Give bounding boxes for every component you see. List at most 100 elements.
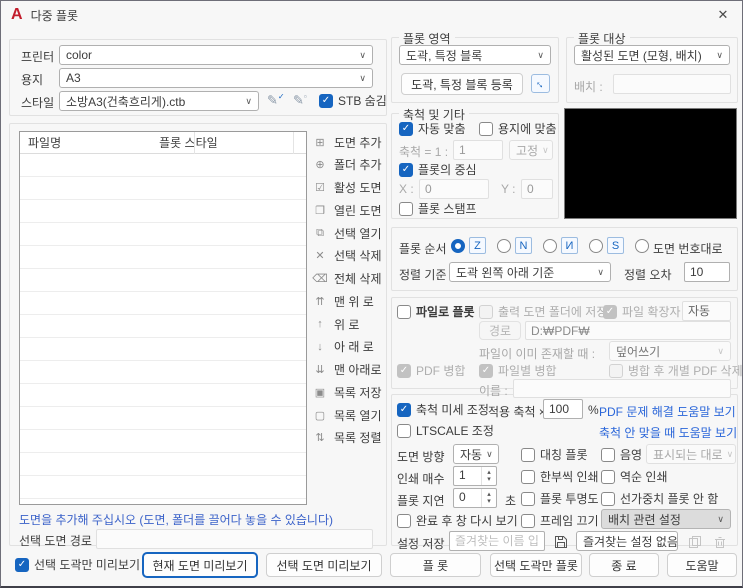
add-drawing-button[interactable]: ⊞ 도면 추가 (312, 132, 386, 152)
move-bottom-icon: ⇊ (315, 364, 325, 377)
preview-current-button[interactable]: 현재 도면 미리보기 (143, 553, 257, 577)
y-field: 0 (521, 179, 553, 199)
copies-stepper[interactable]: 1 (453, 466, 497, 486)
move-top-button[interactable]: ⇈ 맨 위 로 (312, 291, 386, 311)
apply-scale-field[interactable]: 100 (543, 399, 583, 419)
auto-fit-checkbox[interactable] (399, 121, 413, 136)
plot-stamp-checkbox[interactable] (399, 201, 413, 216)
save-list-button[interactable]: ▣ 목록 저장 (312, 382, 386, 402)
sort-base-combo[interactable]: 도곽 왼쪽 아래 기준 (449, 262, 611, 282)
paper-combo[interactable]: A3 (59, 68, 373, 88)
delete-all-button[interactable]: ⌫ 전체 삭제 (312, 269, 386, 289)
save-favorite-icon[interactable] (552, 533, 570, 551)
sort-list-button[interactable]: ⇅ 목록 정렬 (312, 428, 386, 448)
file-extension-field: 자동 (682, 301, 731, 321)
stepper-arrows-icon[interactable] (481, 467, 496, 485)
order-n-radio[interactable] (497, 239, 511, 253)
favorites-combo[interactable]: 즐겨찾는 설정 없음 (576, 531, 678, 551)
delay-stepper[interactable]: 0 (453, 488, 497, 508)
open-drawings-button[interactable]: ❐ 열린 도면 (312, 200, 386, 220)
multi-plot-dialog: A 다중 플롯 ✕ 플롯 영역 플롯 대상 축척 및 기타 프린터 color … (0, 0, 743, 588)
x-label: X : (399, 182, 414, 196)
order-z-radio[interactable] (451, 239, 465, 253)
delete-all-icon: ⌫ (312, 273, 328, 286)
scale-help-link[interactable]: 축척 안 맞을 때 도움말 보기 (599, 424, 737, 441)
plot-selected-button[interactable]: 선택 도곽만 플롯 (490, 553, 582, 577)
pen-edit-icon[interactable]: ✎▫ (293, 92, 307, 108)
plot-style-combo[interactable]: 소방A3(건축흐리게).ctb (59, 91, 259, 111)
column-filename: 파일명 (28, 136, 62, 150)
move-down-button[interactable]: ↓ 아 래 로 (312, 337, 386, 357)
fine-scale-checkbox[interactable] (397, 402, 411, 417)
plot-to-file-checkbox[interactable] (397, 304, 411, 319)
reverse-print-checkbox[interactable] (601, 469, 615, 484)
drawing-list[interactable]: 파일명 플롯 스타일 (19, 131, 307, 505)
drawing-list-rows[interactable] (20, 154, 306, 504)
layout-settings-combo[interactable]: 배치 관련 설정 (601, 509, 731, 529)
plot-target-combo[interactable]: 활성된 도면 (모형, 배치) (574, 45, 730, 65)
no-lineweight-row: 선가중치 플롯 안 함 (601, 491, 718, 506)
move-down-icon: ↓ (317, 340, 323, 353)
collate-checkbox[interactable] (521, 469, 535, 484)
plot-transparency-checkbox[interactable] (521, 491, 535, 506)
preview-selected-button[interactable]: 선택 도면 미리보기 (266, 553, 382, 577)
reopen-window-checkbox[interactable] (397, 513, 411, 528)
plot-range-combo[interactable]: 도곽, 특정 블록 (399, 45, 551, 65)
move-top-icon: ⇈ (315, 295, 325, 308)
printer-label: 프린터 (21, 50, 55, 64)
favorite-name-input[interactable] (449, 531, 545, 551)
paper-label: 용지 (21, 73, 44, 87)
preview-selected-only-checkbox[interactable] (15, 557, 29, 572)
tolerance-label: 정렬 오차 (624, 268, 672, 282)
no-lineweight-checkbox[interactable] (601, 491, 615, 506)
register-block-button[interactable]: 도곽, 특정 블록 등록 (401, 73, 523, 95)
order-reverse-n-radio[interactable] (543, 239, 557, 253)
reopen-window-row: 완료 후 창 다시 보기 (397, 513, 518, 528)
pdf-help-link[interactable]: PDF 문제 해결 도움말 보기 (599, 403, 736, 420)
copies-label: 인쇄 매수 (397, 472, 445, 486)
add-folder-button[interactable]: ⊕ 폴더 추가 (312, 155, 386, 175)
pen-check-icon[interactable]: ✎✓ (267, 92, 285, 108)
close-icon[interactable]: ✕ (704, 1, 742, 29)
order-n-icon: N (515, 237, 532, 254)
open-list-button[interactable]: ▢ 목록 열기 (312, 405, 386, 425)
x-field: 0 (419, 179, 489, 199)
open-drawings-icon: ❐ (315, 204, 325, 217)
mirror-plot-checkbox[interactable] (521, 447, 535, 462)
pick-area-icon[interactable] (531, 74, 550, 93)
selected-path-label: 선택 도면 경로 : (19, 534, 99, 548)
open-selection-icon: ⧉ (316, 226, 324, 239)
sort-base-label: 정렬 기준 (399, 268, 447, 282)
active-drawing-button[interactable]: ☑ 활성 도면 (312, 178, 386, 198)
shade-checkbox[interactable] (601, 447, 615, 462)
plot-transparency-row: 플롯 투명도 (521, 491, 599, 506)
stb-hide-row: STB 숨김 (319, 93, 387, 108)
printer-combo[interactable]: color (59, 45, 373, 65)
plot-center-checkbox[interactable] (399, 162, 413, 177)
exit-button[interactable]: 종 료 (589, 553, 659, 577)
fit-to-paper-checkbox[interactable] (479, 121, 493, 136)
shade-row: 음영 (601, 447, 642, 462)
delete-selection-button[interactable]: ✕ 선택 삭제 (312, 246, 386, 266)
order-s-radio[interactable] (589, 239, 603, 253)
collate-row: 한부씩 인쇄 (521, 469, 599, 484)
y-label: Y : (501, 182, 516, 196)
order-by-number-radio[interactable] (635, 239, 649, 253)
list-actions-column: ⊞ 도면 추가 ⊕ 폴더 추가 ☑ 활성 도면 ❐ 열린 도면 ⧉ 선택 열기 ✕ 선택 삭… (312, 132, 386, 448)
plot-center-row: 플롯의 중심 (399, 162, 477, 177)
tolerance-field[interactable]: 10 (684, 262, 730, 282)
selected-path-field (96, 529, 373, 549)
move-up-button[interactable]: ↑ 위 로 (312, 314, 386, 334)
open-selection-button[interactable]: ⧉ 선택 열기 (312, 223, 386, 243)
ltscale-checkbox[interactable] (397, 423, 411, 438)
stepper-arrows-icon[interactable] (481, 489, 496, 507)
orientation-combo[interactable]: 자동 (453, 444, 499, 464)
seconds-label: 초 (505, 494, 517, 508)
frame-off-checkbox[interactable] (521, 513, 535, 528)
move-bottom-button[interactable]: ⇊ 맨 아래로 (312, 360, 386, 380)
plot-button[interactable]: 플 롯 (390, 553, 481, 577)
per-file-merge-row: 파일별 병합 (479, 363, 557, 378)
frame-off-row: 프레임 끄기 (521, 513, 599, 528)
stb-hide-checkbox[interactable] (319, 93, 333, 108)
help-button[interactable]: 도움말 (667, 553, 737, 577)
